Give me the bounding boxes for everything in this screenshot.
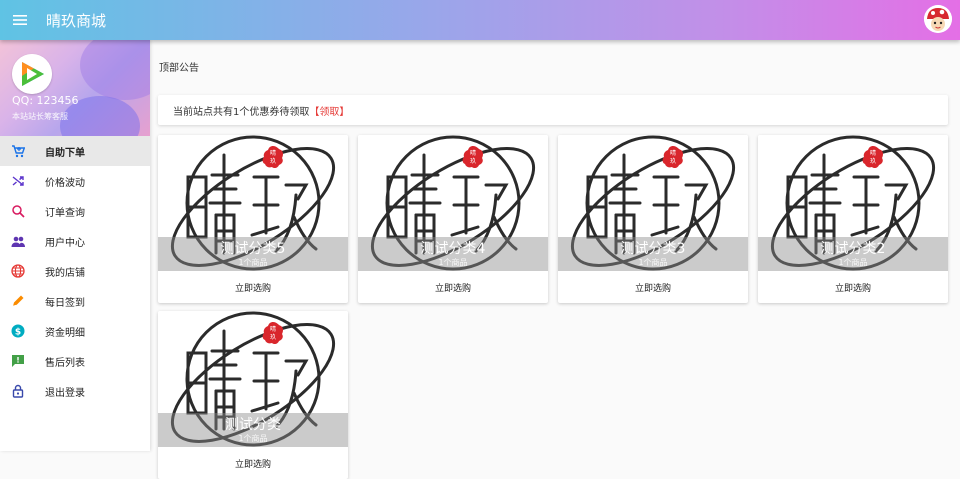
profile-subtitle: 本站站长筹客服 xyxy=(12,112,68,121)
user-avatar[interactable] xyxy=(924,5,952,33)
mushroom-avatar-icon xyxy=(924,5,952,33)
people-icon xyxy=(11,234,25,248)
menu-icon xyxy=(13,15,27,25)
dollar-icon: $ xyxy=(11,324,25,338)
sidebar-item-label: 自助下单 xyxy=(45,147,85,159)
sidebar-item-8[interactable]: 售后列表 xyxy=(0,346,150,376)
sidebar-item-2[interactable]: 价格波动 xyxy=(0,166,150,196)
category-card[interactable]: 晴 玖 测试分类 1个商品 立即选购 xyxy=(158,311,348,479)
sidebar-item-label: 用户中心 xyxy=(45,237,85,249)
feedback-icon xyxy=(11,354,25,368)
category-card[interactable]: 晴 玖 测试分类3 1个商品 立即选购 xyxy=(558,135,748,303)
pencil-icon xyxy=(11,294,25,308)
coupon-text: 当前站点共有1个优惠券待领取 xyxy=(173,106,310,118)
category-count: 1个商品 xyxy=(238,258,268,267)
stamp-text: 玖 xyxy=(270,157,276,165)
sidebar-item-label: 每日签到 xyxy=(45,297,85,309)
stamp-text: 晴 xyxy=(870,149,876,157)
profile-header: QQ: 123456 本站站长筹客服 xyxy=(0,40,150,136)
category-card[interactable]: 晴 玖 测试分类5 1个商品 立即选购 xyxy=(158,135,348,303)
stamp-text: 玖 xyxy=(270,333,276,341)
sidebar-item-label: 售后列表 xyxy=(45,357,85,369)
category-image[interactable]: 晴 玖 测试分类2 1个商品 xyxy=(758,135,948,271)
sidebar-item-3[interactable]: 订单查询 xyxy=(0,196,150,226)
category-count: 1个商品 xyxy=(438,258,468,267)
top-notice: 顶部公告 xyxy=(159,63,199,74)
coupon-banner: 当前站点共有1个优惠券待领取 【领取】 xyxy=(158,95,948,125)
sidebar-item-label: 订单查询 xyxy=(45,207,85,219)
buy-now-button[interactable]: 立即选购 xyxy=(158,447,348,479)
category-image[interactable]: 晴 玖 测试分类5 1个商品 xyxy=(158,135,348,271)
stamp-text: 晴 xyxy=(270,325,276,333)
red-stamp-icon: 晴 玖 xyxy=(662,146,683,169)
stamp-text: 玖 xyxy=(470,157,476,165)
category-name: 测试分类4 xyxy=(420,241,486,257)
category-name: 测试分类3 xyxy=(620,241,686,257)
red-stamp-icon: 晴 玖 xyxy=(862,146,883,169)
sidebar-item-label: 退出登录 xyxy=(45,387,85,399)
profile-qq: QQ: 123456 xyxy=(12,94,79,107)
category-image[interactable]: 晴 玖 测试分类 1个商品 xyxy=(158,311,348,447)
red-stamp-icon: 晴 玖 xyxy=(262,146,283,169)
sidebar-item-label: 资金明细 xyxy=(45,327,85,339)
category-card[interactable]: 晴 玖 测试分类4 1个商品 立即选购 xyxy=(358,135,548,303)
buy-now-button[interactable]: 立即选购 xyxy=(558,271,748,303)
category-image[interactable]: 晴 玖 测试分类4 1个商品 xyxy=(358,135,548,271)
red-stamp-icon: 晴 玖 xyxy=(462,146,483,169)
category-count: 1个商品 xyxy=(838,258,868,267)
category-name: 测试分类 xyxy=(225,417,281,433)
menu-button[interactable] xyxy=(0,0,40,40)
sidebar-nav: 自助下单价格波动订单查询用户中心我的店铺每日签到 $ 资金明细售后列表退出登录 xyxy=(0,136,150,406)
shuffle-icon xyxy=(11,174,25,188)
search-icon xyxy=(11,204,25,218)
app-bar: 晴玖商城 xyxy=(0,0,960,40)
video-play-logo-icon xyxy=(12,54,52,94)
category-name: 测试分类5 xyxy=(220,241,286,257)
stamp-text: 玖 xyxy=(870,157,876,165)
svg-text:$: $ xyxy=(15,328,21,338)
stamp-text: 晴 xyxy=(670,149,676,157)
category-image[interactable]: 晴 玖 测试分类3 1个商品 xyxy=(558,135,748,271)
main-content: 顶部公告 当前站点共有1个优惠券待领取 【领取】 晴 玖 测试分类5 1个商品 … xyxy=(150,40,960,479)
stamp-text: 玖 xyxy=(670,157,676,165)
sidebar-item-5[interactable]: 我的店铺 xyxy=(0,256,150,286)
sidebar-item-label: 价格波动 xyxy=(45,177,85,189)
sidebar-item-label: 我的店铺 xyxy=(45,267,85,279)
app-title: 晴玖商城 xyxy=(46,11,107,30)
category-name: 测试分类2 xyxy=(820,241,886,257)
cart-icon xyxy=(11,144,25,158)
sidebar: QQ: 123456 本站站长筹客服 自助下单价格波动订单查询用户中心我的店铺每… xyxy=(0,40,150,451)
profile-avatar[interactable] xyxy=(12,54,52,94)
sidebar-item-6[interactable]: 每日签到 xyxy=(0,286,150,316)
category-card[interactable]: 晴 玖 测试分类2 1个商品 立即选购 xyxy=(758,135,948,303)
stamp-text: 晴 xyxy=(470,149,476,157)
sidebar-item-4[interactable]: 用户中心 xyxy=(0,226,150,256)
buy-now-button[interactable]: 立即选购 xyxy=(158,271,348,303)
lock-icon xyxy=(11,384,25,398)
buy-now-button[interactable]: 立即选购 xyxy=(758,271,948,303)
red-stamp-icon: 晴 玖 xyxy=(262,322,283,345)
category-count: 1个商品 xyxy=(238,434,268,443)
sidebar-item-7[interactable]: $ 资金明细 xyxy=(0,316,150,346)
sidebar-item-9[interactable]: 退出登录 xyxy=(0,376,150,406)
sidebar-item-1[interactable]: 自助下单 xyxy=(0,136,150,166)
buy-now-button[interactable]: 立即选购 xyxy=(358,271,548,303)
stamp-text: 晴 xyxy=(270,149,276,157)
coupon-claim-link[interactable]: 【领取】 xyxy=(309,103,349,118)
globe-icon xyxy=(11,264,25,278)
category-count: 1个商品 xyxy=(638,258,668,267)
